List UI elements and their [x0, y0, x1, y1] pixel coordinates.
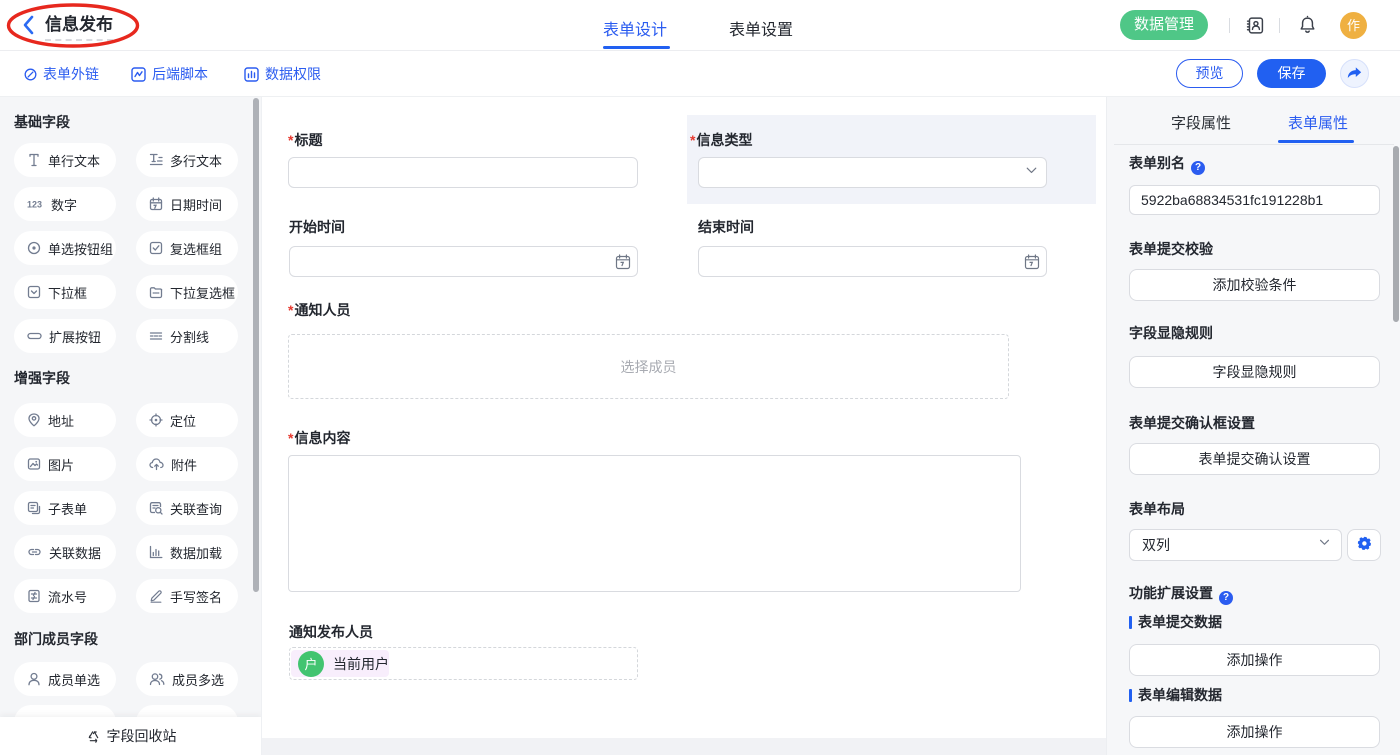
svg-text:123: 123	[27, 200, 42, 210]
